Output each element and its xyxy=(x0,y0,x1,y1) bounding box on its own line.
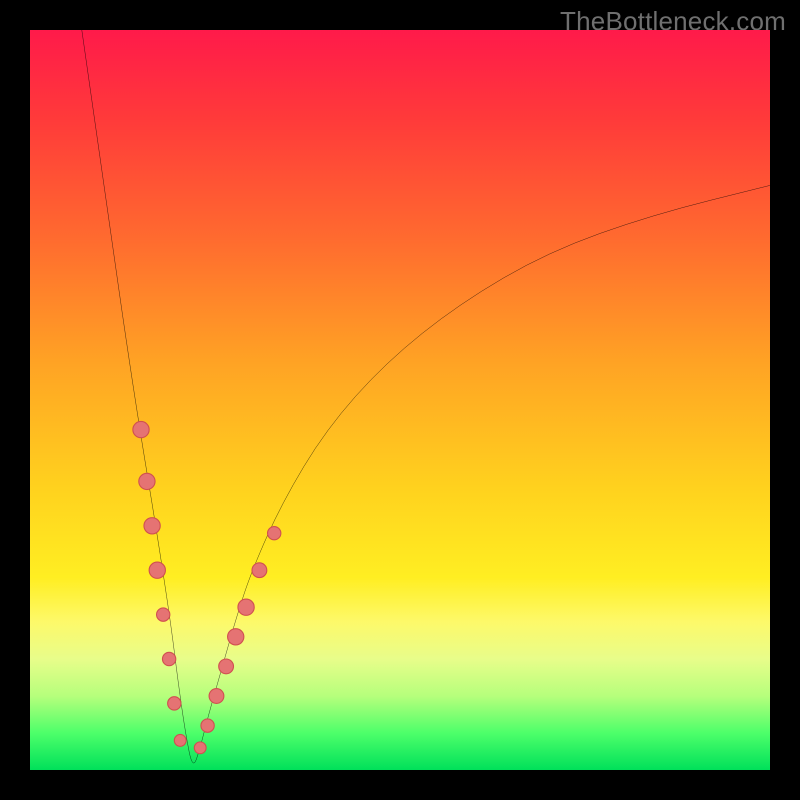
data-marker xyxy=(268,527,281,540)
data-marker xyxy=(219,659,234,674)
data-marker xyxy=(252,563,267,578)
chart-frame: TheBottleneck.com xyxy=(0,0,800,800)
curve-layer xyxy=(30,30,770,770)
data-marker xyxy=(174,734,186,746)
data-marker xyxy=(157,608,170,621)
plot-area xyxy=(30,30,770,770)
bottleneck-curve xyxy=(82,30,770,763)
data-marker xyxy=(139,473,155,489)
data-marker xyxy=(133,421,149,437)
data-marker xyxy=(238,599,254,615)
data-marker xyxy=(194,742,206,754)
data-marker xyxy=(144,518,160,534)
data-marker xyxy=(209,689,224,704)
data-marker xyxy=(201,719,214,732)
data-marker xyxy=(149,562,165,578)
data-markers xyxy=(133,421,281,753)
data-marker xyxy=(228,629,244,645)
data-marker xyxy=(168,697,181,710)
data-marker xyxy=(162,652,175,665)
